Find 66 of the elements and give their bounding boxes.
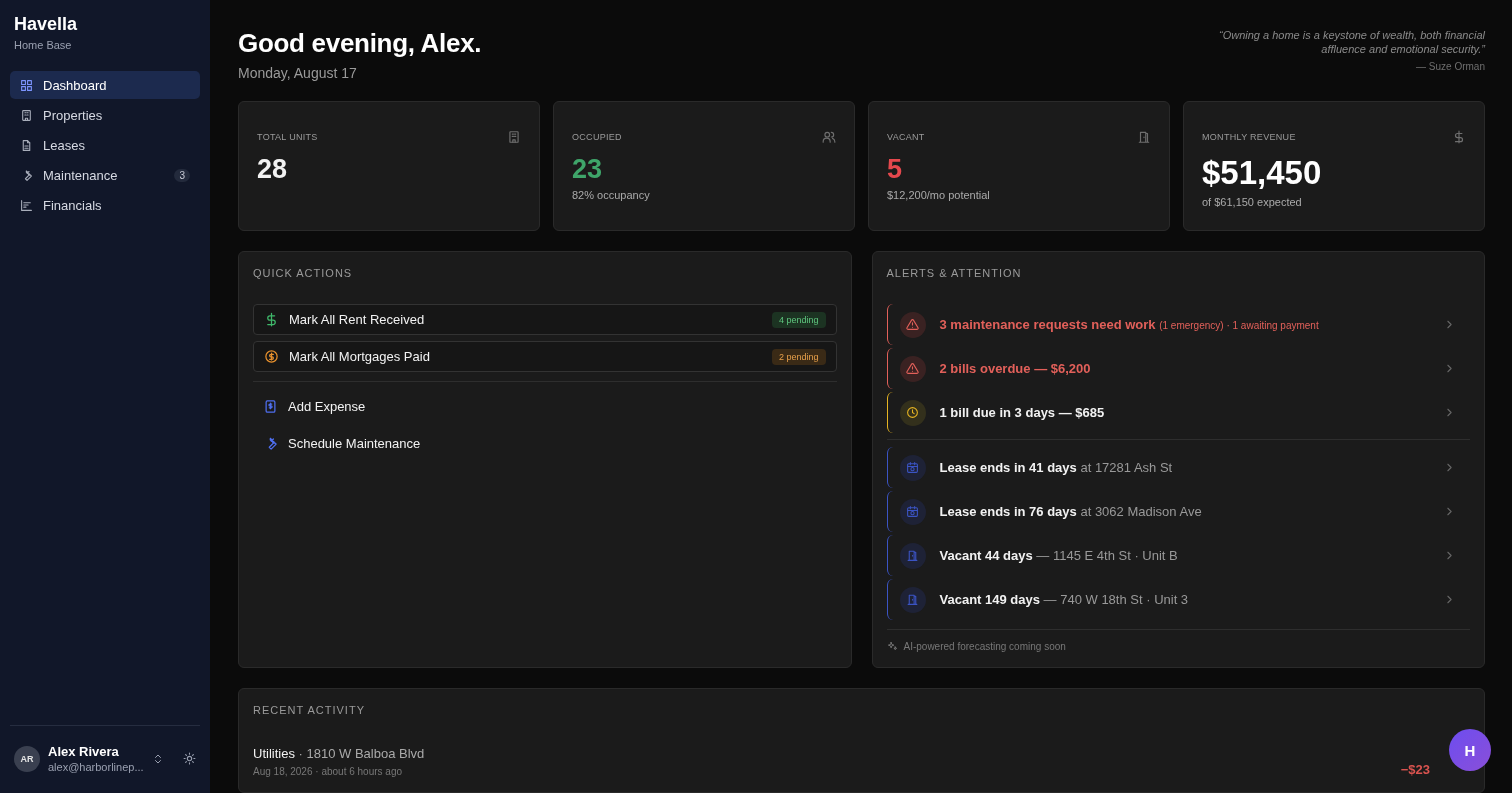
alert-item[interactable]: Vacant 149 days — 740 W 18th St · Unit 3	[886, 579, 1470, 620]
count-badge: 3	[174, 168, 190, 182]
nav-item[interactable]: Properties	[10, 101, 200, 129]
activity-amount: −$23	[1400, 762, 1430, 777]
user-name: Alex Rivera	[48, 744, 120, 759]
stat-label: OCCUPIED	[572, 132, 622, 142]
door-icon	[906, 549, 919, 562]
document-icon	[20, 138, 33, 152]
door-icon	[1137, 130, 1151, 144]
stat-label: MONTHLY REVENUE	[1202, 132, 1296, 142]
pending-badge: 4 pending	[771, 311, 826, 328]
stat-value: 5	[887, 154, 904, 185]
action-button[interactable]: Mark All Rent Received 4 pending	[253, 304, 837, 335]
alert-item[interactable]: 1 bill due in 3 days — $685	[886, 392, 1470, 433]
user-avatar: AR	[14, 745, 40, 772]
stat-label: TOTAL UNITS	[257, 132, 318, 142]
stat-value: 23	[572, 154, 604, 185]
chart-icon	[20, 198, 33, 212]
action-link[interactable]: Schedule Maintenance	[253, 425, 837, 462]
coin-icon	[264, 349, 279, 364]
calendar-icon	[906, 461, 919, 474]
user-email: alex@harborlinep...	[48, 761, 144, 773]
date-text: Monday, August 17	[238, 65, 358, 81]
activity-meta: Aug 18, 2026 · about 6 hours ago	[253, 766, 403, 777]
nav-item[interactable]: Dashboard	[10, 71, 200, 99]
stat-value: 28	[257, 154, 289, 185]
nav-item[interactable]: Financials	[10, 191, 200, 219]
action-link[interactable]: Add Expense	[253, 388, 837, 425]
building-icon	[507, 130, 521, 144]
warning-icon	[906, 318, 919, 331]
users-icon	[822, 130, 836, 144]
stat-note: $12,200/mo potential	[887, 189, 991, 201]
dollar-icon	[264, 312, 279, 327]
stat-label: VACANT	[887, 132, 925, 142]
activity-title: Utilities · 1810 W Balboa Blvd	[253, 746, 425, 761]
calendar-icon	[906, 505, 919, 518]
nav-item[interactable]: Leases	[10, 131, 200, 159]
brand-name: Havella	[14, 14, 79, 35]
quote-text: “Owning a home is a keystone of wealth, both financial affluence and emotional security.”	[1218, 28, 1485, 56]
alert-item[interactable]: Lease ends in 41 days at 17281 Ash St	[886, 447, 1470, 488]
clock-icon	[906, 406, 919, 419]
action-button[interactable]: Mark All Mortgages Paid 2 pending	[253, 341, 837, 372]
sun-icon	[183, 752, 196, 765]
nav-item[interactable]: Maintenance 3	[10, 161, 200, 189]
stat-note: 82% occupancy	[572, 189, 651, 201]
stat-value: $51,450	[1202, 154, 1323, 192]
sparkle-icon	[886, 641, 898, 652]
building-icon	[20, 108, 33, 122]
brand-subtitle: Home Base	[14, 39, 73, 51]
warning-icon	[906, 362, 919, 375]
receipt-icon	[263, 399, 278, 414]
forecast-note: AI-powered forecasting coming soon	[903, 641, 1066, 652]
panel-title: RECENT ACTIVITY	[253, 704, 366, 716]
quote-author: — Suze Orman	[1415, 61, 1485, 72]
alert-item[interactable]: 2 bills overdue — $6,200	[886, 348, 1470, 389]
pending-badge: 2 pending	[771, 348, 826, 365]
grid-icon	[20, 78, 33, 92]
alert-item[interactable]: Lease ends in 76 days at 3062 Madison Ave	[886, 491, 1470, 532]
stat-note: of $61,150 expected	[1202, 196, 1303, 208]
alert-item[interactable]: Vacant 44 days — 1145 E 4th St · Unit B	[886, 535, 1470, 576]
alert-item[interactable]: 3 maintenance requests need work (1 emergency) · 1 awaiting payment	[886, 304, 1470, 345]
door-icon	[906, 593, 919, 606]
greeting-heading: Good evening, Alex.	[238, 28, 482, 59]
panel-title: QUICK ACTIONS	[253, 267, 354, 279]
dollar-icon	[1452, 130, 1466, 144]
panel-title: ALERTS & ATTENTION	[886, 267, 1023, 279]
